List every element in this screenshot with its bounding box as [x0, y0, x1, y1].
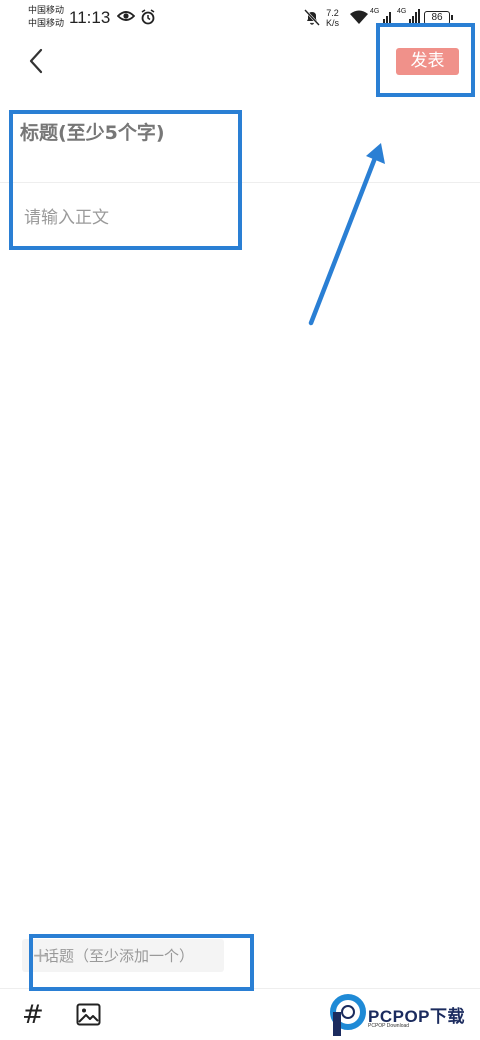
- net-speed-value: 7.2: [326, 8, 339, 18]
- eye-icon: [117, 11, 135, 21]
- back-button[interactable]: [24, 46, 52, 76]
- annotation-box-editor: [9, 110, 242, 250]
- mute-bell-icon: [304, 9, 320, 26]
- carrier-label-2: 中国移动: [28, 19, 65, 29]
- chevron-left-icon: [29, 48, 43, 74]
- annotation-arrow: [308, 143, 385, 326]
- net-speed-unit: K/s: [326, 18, 340, 28]
- hashtag-button[interactable]: #: [22, 1000, 50, 1030]
- alarm-icon: [141, 9, 155, 25]
- watermark-subtext: PCPOP Download: [368, 1023, 410, 1029]
- image-icon: [76, 1003, 101, 1026]
- annotation-box-topic: [29, 934, 254, 991]
- pcpop-logo-icon: [330, 994, 366, 1036]
- insert-image-button[interactable]: [76, 1003, 101, 1026]
- watermark-logo: PCPOP下载 PCPOP Download: [330, 994, 478, 1038]
- net-speed: 7.2 K/s: [326, 8, 339, 28]
- annotation-box-publish: [376, 23, 475, 97]
- carrier-label-1: 中国移动: [28, 6, 65, 16]
- status-time: 11:13: [69, 8, 111, 27]
- wifi-icon: [350, 10, 368, 24]
